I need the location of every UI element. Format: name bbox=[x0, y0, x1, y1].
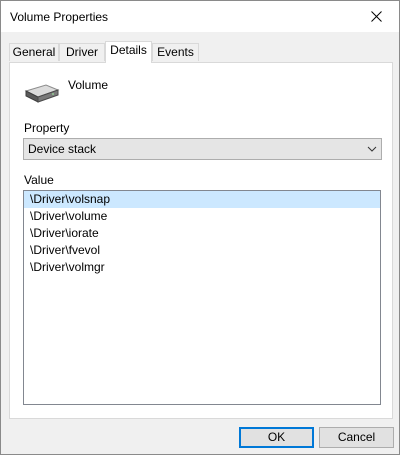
property-label: Property bbox=[24, 121, 70, 135]
device-name: Volume bbox=[68, 78, 109, 92]
list-item[interactable]: \Driver\iorate bbox=[24, 225, 380, 242]
tab-strip: General Driver Details Events bbox=[9, 41, 393, 63]
tab-driver[interactable]: Driver bbox=[59, 43, 105, 61]
cancel-button[interactable]: Cancel bbox=[319, 427, 394, 448]
title-bar[interactable]: Volume Properties bbox=[1, 1, 399, 32]
properties-window: Volume Properties General Driver Details… bbox=[0, 0, 400, 455]
tab-events[interactable]: Events bbox=[152, 43, 199, 61]
property-selected-value: Device stack bbox=[28, 142, 97, 156]
tab-general[interactable]: General bbox=[9, 43, 59, 61]
close-button[interactable] bbox=[353, 1, 399, 32]
ok-button[interactable]: OK bbox=[239, 427, 314, 448]
chevron-down-icon bbox=[367, 146, 377, 152]
list-item[interactable]: \Driver\volume bbox=[24, 208, 380, 225]
list-item[interactable]: \Driver\volmgr bbox=[24, 259, 380, 276]
window-title: Volume Properties bbox=[10, 10, 109, 24]
drive-icon bbox=[24, 81, 60, 105]
close-icon bbox=[370, 11, 382, 22]
value-listbox[interactable]: \Driver\volsnap \Driver\volume \Driver\i… bbox=[23, 190, 381, 405]
tab-details[interactable]: Details bbox=[105, 41, 152, 63]
list-item[interactable]: \Driver\fvevol bbox=[24, 242, 380, 259]
property-dropdown[interactable]: Device stack bbox=[23, 138, 382, 160]
value-label: Value bbox=[24, 173, 54, 187]
list-item[interactable]: \Driver\volsnap bbox=[24, 191, 380, 208]
details-panel: Volume Property Device stack Value \Driv… bbox=[9, 62, 393, 419]
